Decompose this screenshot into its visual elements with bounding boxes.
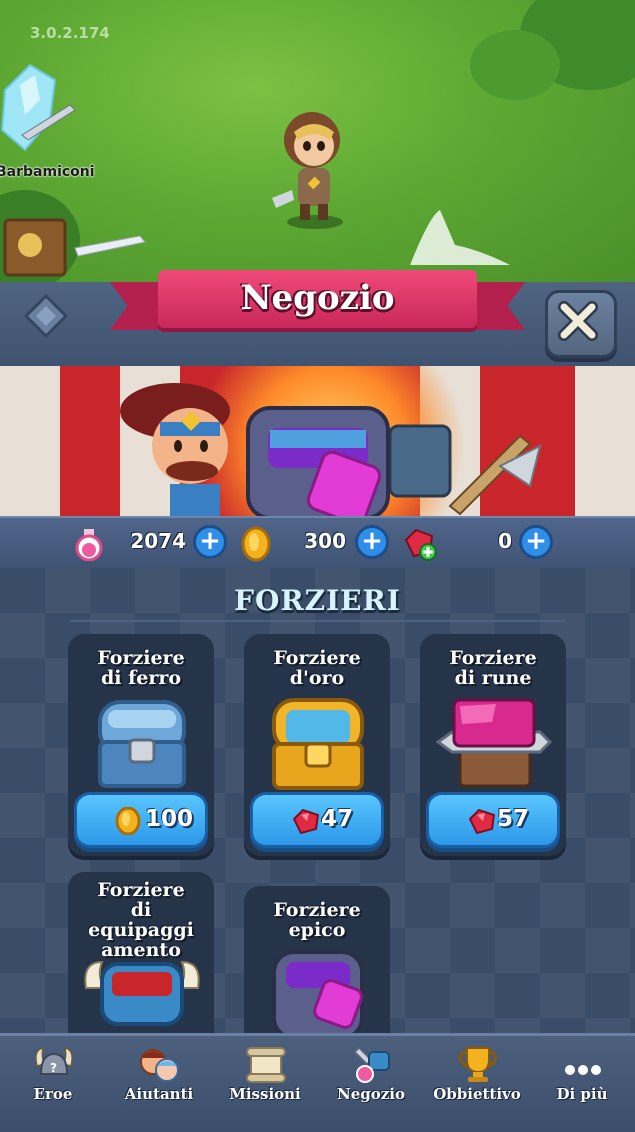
buy-iron-chest-button[interactable]: 100 [74, 792, 208, 848]
nav-label: Di più [556, 1085, 608, 1103]
gold-coin-icon [115, 807, 141, 835]
chest-price: 47 [321, 806, 354, 832]
diamond-icon [24, 294, 68, 338]
game-world[interactable] [0, 0, 635, 290]
chest-card-iron[interactable]: Forziere di ferro 100 [68, 634, 214, 856]
viking-helmet-icon: ? [35, 1047, 73, 1075]
version-label: 3.0.2.174 [30, 24, 110, 42]
add-gold-button[interactable]: + [355, 525, 389, 559]
section-divider [70, 620, 565, 622]
chest-name: di [130, 899, 152, 921]
chest-name: Forziere [273, 647, 361, 669]
buy-gold-chest-button[interactable]: 47 [250, 792, 384, 848]
gold-coin-icon [241, 526, 271, 562]
buy-rune-chest-button[interactable]: 57 [426, 792, 560, 848]
add-potions-button[interactable]: + [193, 525, 227, 559]
chest-name: Forziere [97, 647, 185, 669]
more-dots-icon [565, 1065, 601, 1075]
nav-item-obbiettivo[interactable]: Obbiettivo [424, 1036, 530, 1132]
shopkeeper-illustration [120, 383, 230, 516]
svg-text:?: ? [50, 1061, 57, 1075]
chest-price: 100 [145, 806, 194, 832]
chest-name: Forziere [97, 879, 185, 901]
nav-label: Eroe [33, 1085, 73, 1103]
trophy-icon [459, 1047, 497, 1082]
shop-banner [0, 366, 635, 516]
nav-item-eroe[interactable]: ? Eroe [0, 1036, 106, 1132]
title-ribbon: Negozio [110, 268, 525, 336]
nav-label: Negozio [337, 1085, 405, 1103]
chest-card-epic[interactable]: Forziere epico [244, 886, 390, 1042]
close-button[interactable] [545, 290, 617, 358]
chest-name: di ferro [100, 667, 182, 689]
scroll-icon [246, 1047, 286, 1083]
close-icon [558, 301, 598, 341]
red-gem-icon [292, 808, 320, 835]
red-gem-plus-icon [404, 528, 437, 561]
equipment-chest-icon [84, 960, 200, 1026]
iron-chest-icon [98, 700, 186, 788]
chest-name: Forziere [449, 647, 537, 669]
gem-amount: 0 [498, 529, 512, 553]
epic-chest-icon [272, 950, 364, 1038]
nav-label: Aiutanti [124, 1085, 194, 1103]
nav-item-negozio[interactable]: Negozio [318, 1036, 424, 1132]
chest-card-rune[interactable]: Forziere di rune 57 [420, 634, 566, 856]
epic-chest-illustration [246, 406, 390, 516]
nav-label: Missioni [229, 1085, 301, 1103]
potion-amount: 2074 [130, 529, 186, 553]
chest-card-equipment[interactable]: Forziere di equipaggi amento [68, 872, 214, 1042]
chest-name: Forziere [273, 899, 361, 921]
weapons-illustration [390, 424, 542, 516]
nav-item-di-piu[interactable]: Di più [529, 1036, 635, 1132]
chest-price: 57 [497, 806, 530, 832]
nav-label: Obbiettivo [433, 1085, 521, 1103]
shop-title: Negozio [240, 278, 395, 318]
chest-name: equipaggi [88, 919, 194, 941]
red-gem-icon [468, 808, 496, 835]
nav-item-missioni[interactable]: Missioni [212, 1036, 318, 1132]
chest-name: d'oro [289, 667, 345, 689]
currency-bar: 2074 + 300 + 0 + [0, 516, 635, 573]
chest-card-gold[interactable]: Forziere d'oro 47 [244, 634, 390, 856]
player-name-label: Barbamiconi [0, 164, 95, 180]
shop-icon [353, 1046, 390, 1083]
chest-name: di rune [454, 667, 532, 689]
sword-prop [21, 104, 76, 140]
gold-amount: 300 [304, 529, 346, 553]
potion-icon [75, 529, 103, 561]
bottom-nav: ? Eroe Aiutanti Missioni Negozio Obbiett… [0, 1033, 635, 1132]
gold-chest-icon [272, 698, 364, 790]
add-gems-button[interactable]: + [519, 525, 553, 559]
nav-item-aiutanti[interactable]: Aiutanti [106, 1036, 212, 1132]
helpers-icon [140, 1049, 179, 1082]
section-title: FORZIERI [234, 584, 401, 617]
hero-character[interactable] [270, 110, 360, 230]
chest-name: epico [288, 919, 346, 941]
rune-chest-icon [436, 698, 552, 788]
